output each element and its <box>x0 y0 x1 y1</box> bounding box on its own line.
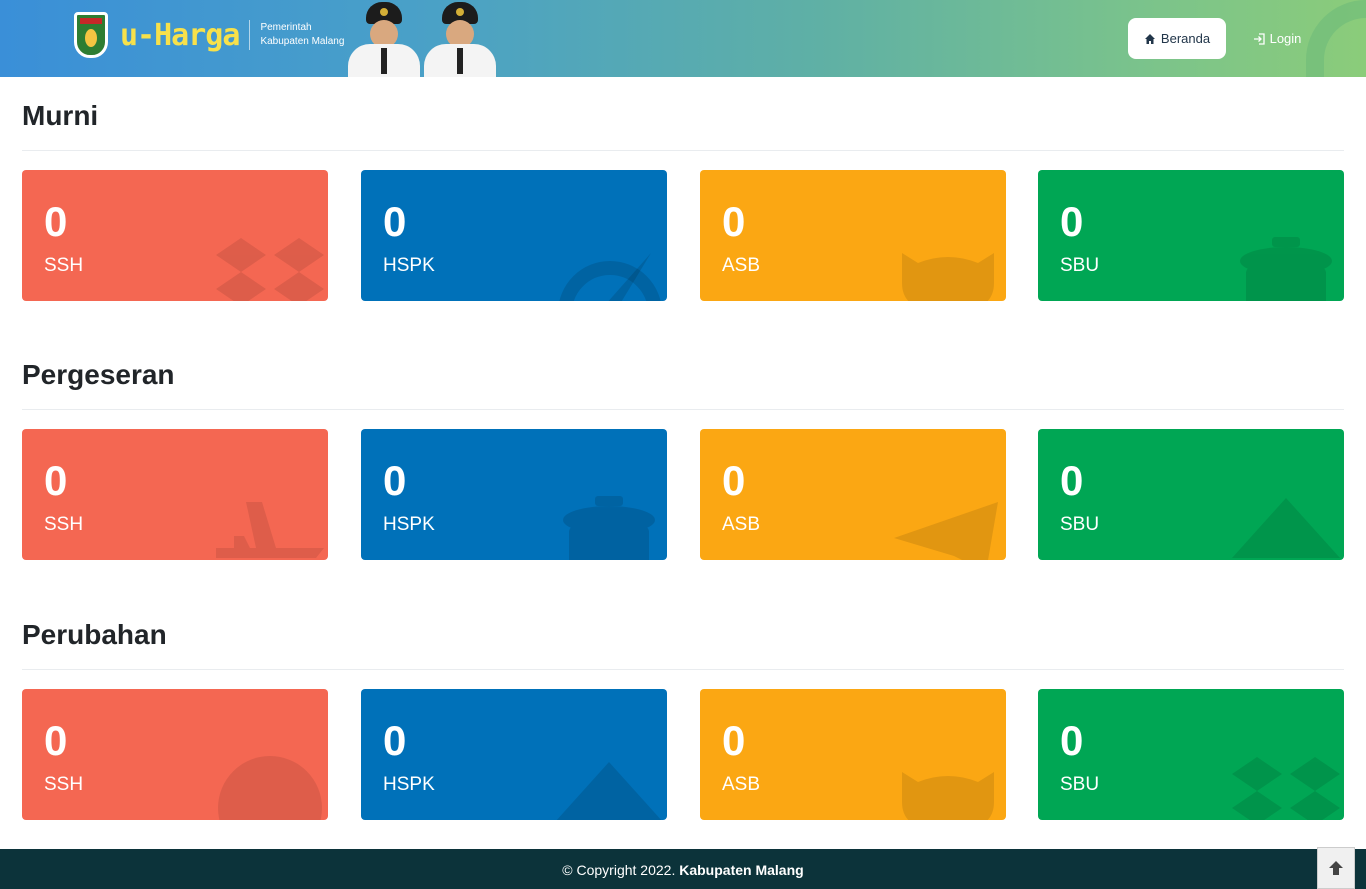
card-ssh[interactable]: 0 SSH <box>22 689 328 820</box>
dropbox-icon <box>1232 757 1340 820</box>
official-portrait <box>344 2 424 77</box>
card-sbu[interactable]: 0 SBU <box>1038 689 1344 820</box>
section-title: Perubahan <box>22 619 167 650</box>
regency-seal-icon <box>74 12 108 58</box>
card-value: 0 <box>1060 457 1084 504</box>
section-title: Pergeseran <box>22 359 175 390</box>
brand-divider <box>249 20 251 50</box>
card-label: ASB <box>722 774 761 795</box>
github-icon <box>902 253 994 301</box>
card-sbu[interactable]: 0 SBU <box>1038 170 1344 301</box>
home-icon <box>1144 33 1155 44</box>
card-label: SSH <box>44 255 84 276</box>
footer-copyright: © Copyright 2022. <box>562 862 680 878</box>
card-row: 0 SSH 0 HSPK 0 ASB 0 SBU <box>22 689 1344 820</box>
trash-icon <box>563 496 655 560</box>
card-label: HSPK <box>383 255 435 276</box>
card-label: SBU <box>1060 255 1100 276</box>
card-row: 0 SSH 0 HSPK 0 ASB 0 SBU <box>22 429 1344 560</box>
card-value: 0 <box>722 198 746 245</box>
card-value: 0 <box>383 717 407 764</box>
header-bar: u-Harga Pemerintah Kabupaten Malang Bera… <box>0 0 1366 77</box>
card-ssh[interactable]: 0 SSH <box>22 170 328 301</box>
card-hspk[interactable]: 0 HSPK <box>361 429 667 560</box>
trash-icon <box>1240 237 1332 301</box>
login-icon <box>1253 32 1265 45</box>
card-label: SBU <box>1060 774 1100 795</box>
brand-sub-line-2: Kabupaten Malang <box>260 36 345 47</box>
card-label: SBU <box>1060 514 1100 535</box>
nav-login[interactable]: Login <box>1238 18 1316 59</box>
card-label: HSPK <box>383 514 435 535</box>
card-sbu[interactable]: 0 SBU <box>1038 429 1344 560</box>
section-perubahan: Perubahan 0 SSH 0 HSPK 0 ASB 0 SBU <box>22 619 1344 820</box>
card-label: SSH <box>44 514 84 535</box>
footer-org: Kabupaten Malang <box>679 862 804 878</box>
card-value: 0 <box>44 457 68 504</box>
nav-beranda[interactable]: Beranda <box>1128 18 1226 59</box>
airplane-icon <box>216 502 324 558</box>
card-asb[interactable]: 0 ASB <box>700 689 1006 820</box>
card-value: 0 <box>44 198 68 245</box>
nav-login-label: Login <box>1269 31 1302 46</box>
card-label: HSPK <box>383 774 435 795</box>
triangle-icon <box>1232 498 1340 558</box>
section-title: Murni <box>22 100 99 131</box>
top-nav: Beranda Login <box>1128 18 1316 59</box>
card-value: 0 <box>383 457 407 504</box>
dashboard-icon <box>559 253 661 301</box>
card-label: SSH <box>44 774 84 795</box>
github-icon <box>902 772 994 820</box>
scroll-to-top-button[interactable] <box>1317 847 1355 889</box>
brand-sub-line-1: Pemerintah <box>260 22 312 33</box>
card-hspk[interactable]: 0 HSPK <box>361 170 667 301</box>
paper-plane-icon <box>894 502 998 560</box>
card-row: 0 SSH 0 HSPK 0 ASB 0 SBU <box>22 170 1344 301</box>
card-label: ASB <box>722 255 761 276</box>
card-value: 0 <box>722 717 746 764</box>
card-hspk[interactable]: 0 HSPK <box>361 689 667 820</box>
section-divider <box>22 409 1344 410</box>
card-ssh[interactable]: 0 SSH <box>22 429 328 560</box>
card-value: 0 <box>44 717 68 764</box>
brand-name: u-Harga <box>120 17 240 53</box>
card-value: 0 <box>722 457 746 504</box>
brand[interactable]: u-Harga Pemerintah Kabupaten Malang <box>74 11 344 59</box>
officials-photo <box>344 2 502 77</box>
section-murni: Murni 0 SSH 0 HSPK 0 ASB 0 SBU <box>22 100 1344 301</box>
section-divider <box>22 150 1344 151</box>
card-value: 0 <box>1060 198 1084 245</box>
card-value: 0 <box>1060 717 1084 764</box>
official-portrait <box>420 2 500 77</box>
arrow-up-icon <box>1329 861 1343 875</box>
brand-subtitle: Pemerintah Kabupaten Malang <box>260 21 344 49</box>
nav-beranda-label: Beranda <box>1160 31 1211 46</box>
section-pergeseran: Pergeseran 0 SSH 0 HSPK 0 ASB 0 SBU <box>22 359 1344 560</box>
card-value: 0 <box>383 198 407 245</box>
globe-icon <box>218 756 322 820</box>
triangle-icon <box>556 762 662 820</box>
section-divider <box>22 669 1344 670</box>
dropbox-icon <box>216 238 324 301</box>
footer: © Copyright 2022. Kabupaten Malang <box>0 849 1366 889</box>
card-asb[interactable]: 0 ASB <box>700 429 1006 560</box>
card-asb[interactable]: 0 ASB <box>700 170 1006 301</box>
card-label: ASB <box>722 514 761 535</box>
